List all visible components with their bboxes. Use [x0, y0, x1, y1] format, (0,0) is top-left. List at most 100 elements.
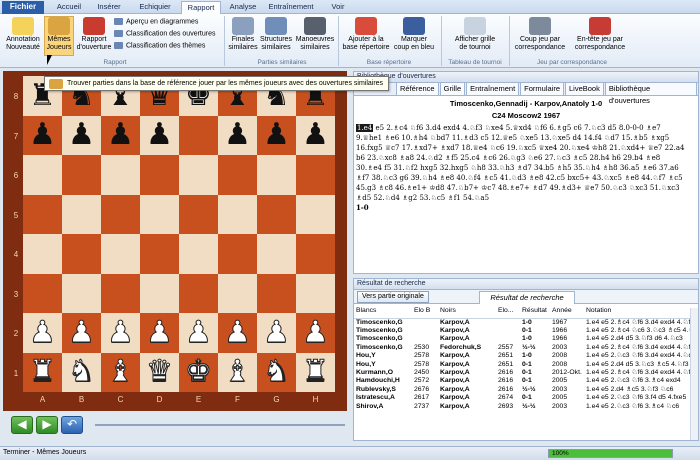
black-piece-icon[interactable]: ♟ — [29, 120, 56, 150]
white-piece-icon[interactable]: ♝ — [107, 356, 135, 387]
square-c7[interactable]: ♟ — [101, 115, 140, 155]
classification-themes-button[interactable]: Classification des thèmes — [114, 42, 205, 49]
tab-livebook[interactable]: LiveBook — [565, 83, 604, 95]
ajouter-repertoire-button[interactable]: Ajouter à la base répertoire — [340, 17, 392, 52]
square-h1[interactable]: ♜ — [296, 352, 335, 392]
square-a1[interactable]: ♜ — [23, 352, 62, 392]
white-piece-icon[interactable]: ♝ — [224, 356, 252, 387]
white-piece-icon[interactable]: ♜ — [29, 356, 57, 387]
square-g3[interactable] — [257, 273, 296, 313]
square-h3[interactable] — [296, 273, 335, 313]
square-b1[interactable]: ♞ — [62, 352, 101, 392]
square-b2[interactable]: ♟ — [62, 313, 101, 353]
square-e1[interactable]: ♚ — [179, 352, 218, 392]
table-row[interactable]: Hou,Y 2578 Karpov,A 2651 0-1 2008 1.e4 e5 2.d4… — [354, 361, 694, 369]
square-d5[interactable] — [140, 194, 179, 234]
square-a4[interactable] — [23, 234, 62, 274]
white-piece-icon[interactable]: ♟ — [263, 317, 291, 348]
square-h5[interactable] — [296, 194, 335, 234]
square-g2[interactable]: ♟ — [257, 313, 296, 353]
move-list[interactable]: 1.e4 e5 2.♗c4 ♘f6 3.d4 exd4 4.♘f3 ♘xe4 5… — [354, 120, 698, 213]
previous-move-button[interactable]: ◀ — [11, 416, 33, 434]
square-f3[interactable] — [218, 273, 257, 313]
tab-voir[interactable]: Voir — [324, 1, 352, 14]
manoeuvres-similaires-button[interactable]: Manoeuvres similaires — [294, 17, 336, 52]
column-header[interactable]: Elo... — [496, 304, 520, 319]
white-piece-icon[interactable]: ♞ — [263, 356, 291, 387]
square-e4[interactable] — [179, 234, 218, 274]
square-a2[interactable]: ♟ — [23, 313, 62, 353]
black-piece-icon[interactable]: ♟ — [146, 120, 173, 150]
square-e5[interactable] — [179, 194, 218, 234]
white-piece-icon[interactable]: ♟ — [146, 317, 174, 348]
square-f7[interactable]: ♟ — [218, 115, 257, 155]
square-e2[interactable]: ♟ — [179, 313, 218, 353]
white-piece-icon[interactable]: ♞ — [68, 356, 96, 387]
square-e3[interactable] — [179, 273, 218, 313]
table-row[interactable]: Istratescu,A 2617 Karpov,A 2674 0-1 2005 1.e4 … — [354, 394, 694, 402]
scrollbar[interactable] — [690, 308, 698, 440]
square-e6[interactable] — [179, 155, 218, 195]
square-f4[interactable] — [218, 234, 257, 274]
grille-tournoi-button[interactable]: Afficher grille de tournoi — [446, 17, 504, 52]
annotation-nouveaute-button[interactable]: Annotation Nouveauté — [2, 17, 44, 52]
square-h4[interactable] — [296, 234, 335, 274]
tab-fichier[interactable]: Fichier — [2, 1, 44, 14]
square-f1[interactable]: ♝ — [218, 352, 257, 392]
black-piece-icon[interactable]: ♟ — [224, 120, 251, 150]
square-c3[interactable] — [101, 273, 140, 313]
white-piece-icon[interactable]: ♜ — [302, 356, 330, 387]
square-a7[interactable]: ♟ — [23, 115, 62, 155]
white-piece-icon[interactable]: ♛ — [146, 356, 174, 387]
tab-resultat-recherche[interactable]: Résultat de recherche — [479, 291, 575, 304]
square-b4[interactable] — [62, 234, 101, 274]
black-piece-icon[interactable]: ♟ — [263, 120, 290, 150]
tab-formulaire[interactable]: Formulaire — [520, 83, 564, 95]
square-a6[interactable] — [23, 155, 62, 195]
black-piece-icon[interactable]: ♟ — [68, 120, 95, 150]
tab-inserer[interactable]: Insérer — [92, 1, 126, 14]
square-g4[interactable] — [257, 234, 296, 274]
square-f2[interactable]: ♟ — [218, 313, 257, 353]
square-d7[interactable]: ♟ — [140, 115, 179, 155]
square-b5[interactable] — [62, 194, 101, 234]
square-f6[interactable] — [218, 155, 257, 195]
tab-echiquier[interactable]: Echiquier — [134, 1, 176, 14]
white-piece-icon[interactable]: ♟ — [68, 317, 96, 348]
tab-entrainement[interactable]: Entraînement — [264, 1, 318, 14]
vers-partie-originale-button[interactable]: Vers partie originale — [357, 291, 429, 303]
table-row[interactable]: Timoscenko,G Karpov,A 1-0 1967 1.e4 e5 2.♗c4… — [354, 318, 694, 327]
tab-bibliotheque[interactable]: Bibliothèque d'ouvertures — [604, 83, 697, 105]
finales-similaires-button[interactable]: Finales similaires — [226, 17, 260, 52]
table-row[interactable]: Hamdouchi,H 2572 Karpov,A 2616 0-1 2005 1.e4 e… — [354, 377, 694, 385]
square-b6[interactable] — [62, 155, 101, 195]
column-header[interactable]: Blancs — [354, 304, 412, 319]
white-piece-icon[interactable]: ♟ — [107, 317, 135, 348]
table-row[interactable]: Timoscenko,G Karpov,A 0-1 1966 1.e4 e5 2.♗c4… — [354, 327, 694, 335]
white-piece-icon[interactable]: ♟ — [302, 317, 330, 348]
chessboard[interactable]: ♜ ♞ ♝ ♛ ♚ ♝ ♞ ♜ ♟ ♟ ♟ ♟ ♟ ♟ ♟ ♟ ♟ ♟ ♟ ♟ ♟ ♟ ♟ ♜ ♞ ♝ ♛ ♚ ♝ ♞ ♜ — [23, 76, 335, 392]
square-c4[interactable] — [101, 234, 140, 274]
tab-grille[interactable]: Grille — [439, 83, 466, 95]
tab-accueil[interactable]: Accueil — [54, 1, 84, 14]
tab-reference[interactable]: Référence — [396, 83, 439, 95]
white-piece-icon[interactable]: ♚ — [185, 356, 213, 387]
table-row[interactable]: Shirov,A 2737 Karpov,A 2693 ½-½ 2003 1.e4 e5 2… — [354, 403, 694, 411]
black-piece-icon[interactable]: ♟ — [107, 120, 134, 150]
square-c1[interactable]: ♝ — [101, 352, 140, 392]
column-header[interactable]: Elo B — [412, 304, 438, 319]
structures-similaires-button[interactable]: Structures similaires — [258, 17, 294, 52]
memes-joueurs-button[interactable]: Mêmes Joueurs — [44, 16, 74, 56]
table-row[interactable]: Timoscenko,G Karpov,A 1-0 1966 1.e4 e5 2.d4 … — [354, 335, 694, 343]
square-g7[interactable]: ♟ — [257, 115, 296, 155]
current-move[interactable]: 1.e4 — [356, 124, 374, 132]
tab-entrainement-panel[interactable]: Entraînement — [466, 83, 520, 95]
square-h7[interactable]: ♟ — [296, 115, 335, 155]
square-d3[interactable] — [140, 273, 179, 313]
square-g5[interactable] — [257, 194, 296, 234]
next-move-button[interactable]: ▶ — [36, 416, 58, 434]
apercu-diagrammes-button[interactable]: Aperçu en diagrammes — [114, 18, 198, 25]
rapport-ouverture-button[interactable]: Rapport d'ouverture — [76, 17, 112, 52]
undo-button[interactable]: ↶ — [61, 416, 83, 434]
square-d2[interactable]: ♟ — [140, 313, 179, 353]
